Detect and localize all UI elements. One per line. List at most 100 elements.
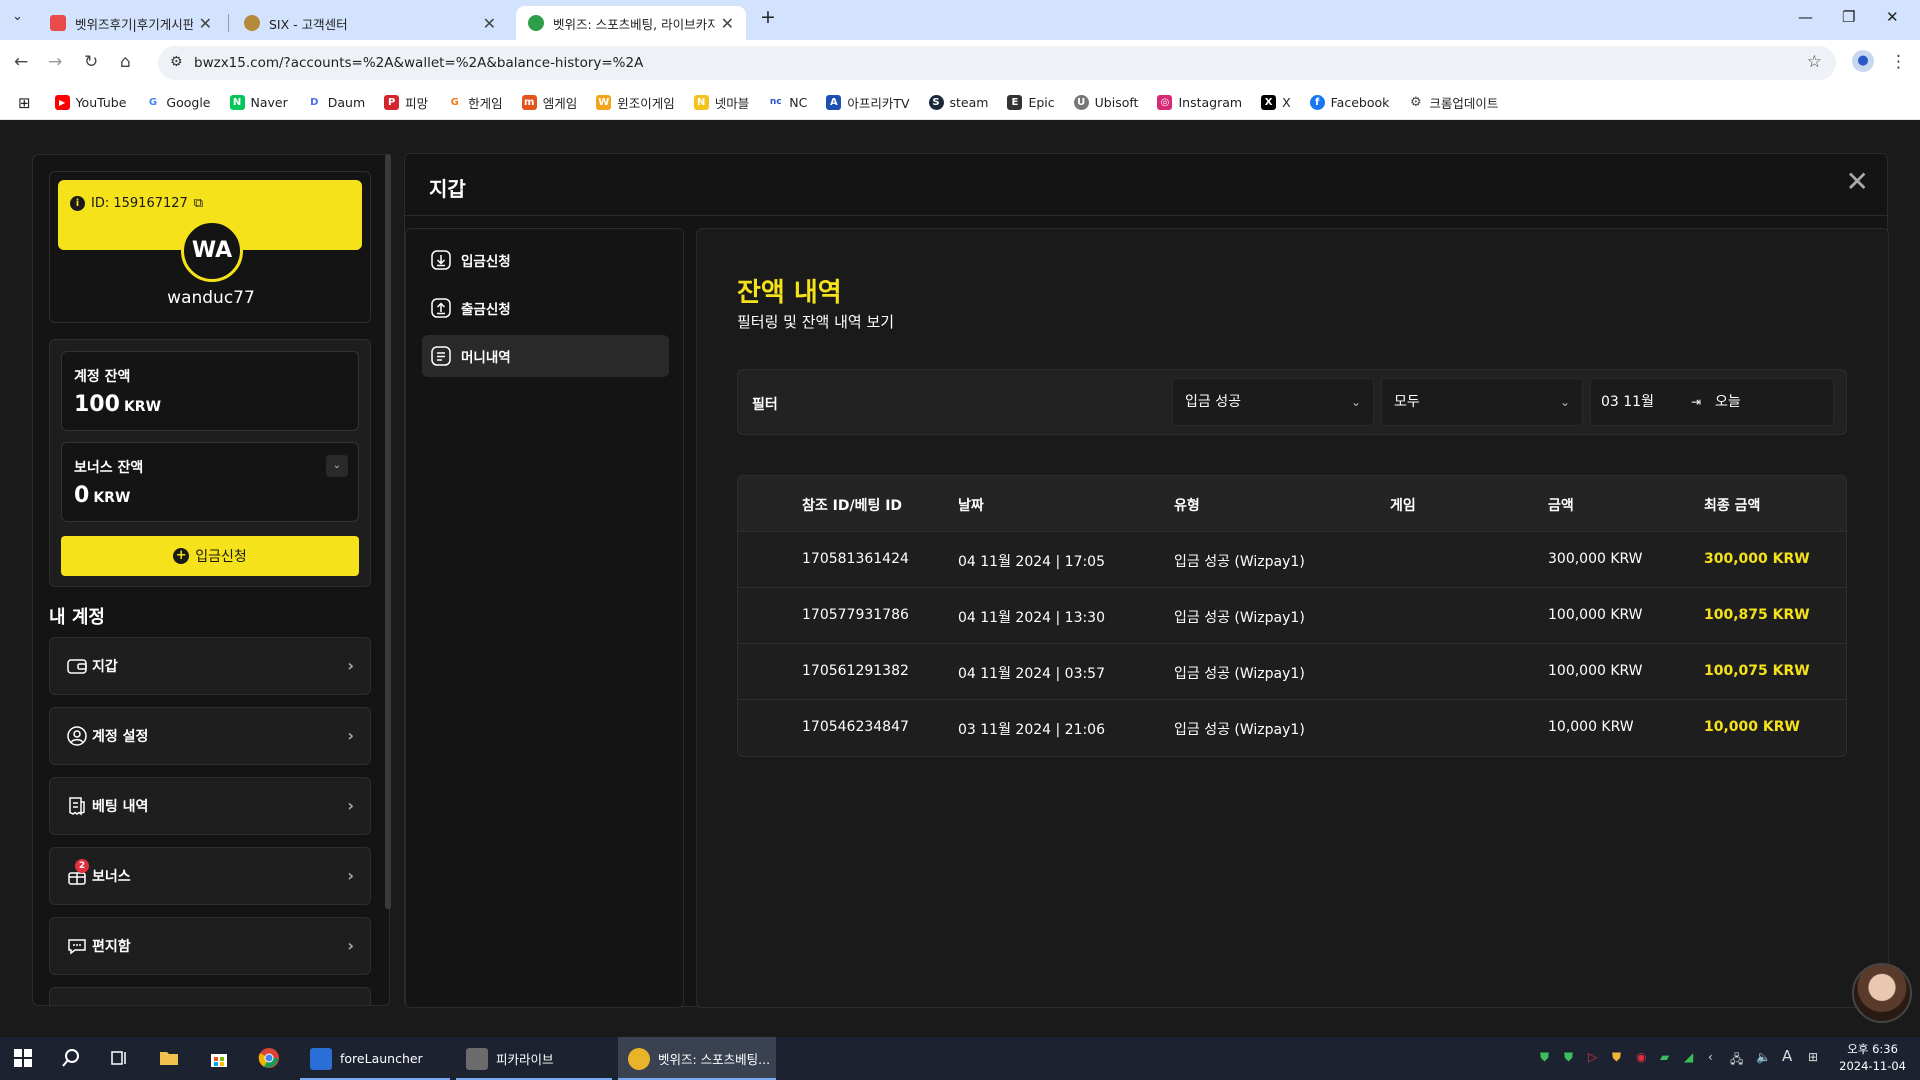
date-from[interactable]: 03 11월	[1601, 379, 1654, 425]
bookmark-item[interactable]: ◎ Instagram	[1157, 95, 1242, 110]
back-icon[interactable]: ←	[14, 52, 28, 72]
scope-select[interactable]: 모두 ⌄	[1381, 378, 1583, 426]
tab-favicon-icon	[50, 15, 66, 31]
menu-item-betting-history[interactable]: 베팅 내역 ›	[49, 777, 371, 835]
bookmark-label: Naver	[250, 95, 288, 110]
date-range-picker[interactable]: 03 11월 ⇥ 오늘	[1590, 378, 1834, 426]
bookmark-star-icon[interactable]: ☆	[1807, 52, 1822, 72]
address-bar[interactable]: ⚙ bwzx15.com/?accounts=%2A&wallet=%2A&ba…	[158, 46, 1836, 80]
play-icon[interactable]: ▷	[1588, 1050, 1597, 1064]
bonus-balance-value: 0 KRW	[74, 483, 130, 508]
currency-label: KRW	[123, 399, 162, 415]
taskbar-app[interactable]: 피카라이브	[456, 1037, 612, 1080]
volume-icon[interactable]: 🔈	[1756, 1050, 1771, 1064]
profile-icon[interactable]: ●	[1852, 50, 1874, 72]
menu-item-inbox[interactable]: 편지함 ›	[49, 917, 371, 975]
store-icon[interactable]	[208, 1047, 230, 1069]
afreecatv-icon: A	[826, 95, 842, 110]
bookmark-item[interactable]: W 윈조이게임	[596, 93, 675, 112]
bookmark-item[interactable]: N Naver	[229, 95, 288, 110]
site-info-icon[interactable]: ⚙	[170, 54, 183, 70]
deposit-button[interactable]: + 입금신청	[61, 536, 359, 576]
browser-tab-active[interactable]: 벳위즈: 스포츠베팅, 라이브카지 ✕	[516, 6, 746, 40]
bookmark-item[interactable]: P 피망	[384, 93, 428, 112]
bookmark-item[interactable]: G Google	[145, 95, 211, 110]
close-window-icon[interactable]: ✕	[1886, 8, 1899, 26]
bookmark-item[interactable]: XX	[1261, 95, 1291, 110]
menu-kebab-icon[interactable]: ⋮	[1890, 52, 1907, 72]
ime-mode-icon[interactable]: ⊞	[1808, 1050, 1818, 1064]
filter-label: 필터	[752, 397, 778, 413]
taskbar-app[interactable]: 벳위즈: 스포츠베팅...	[618, 1037, 776, 1080]
nav-money-history[interactable]: 머니내역	[422, 335, 669, 377]
table-row: 170577931786 04 11월 2024 | 13:30 입금 성공 (…	[738, 588, 1846, 644]
chrome-icon[interactable]	[258, 1047, 280, 1069]
menu-item-account-settings[interactable]: 계정 설정 ›	[49, 707, 371, 765]
windows-start-icon[interactable]	[12, 1047, 34, 1069]
bookmark-item[interactable]: A 아프리카TV	[826, 93, 910, 112]
ime-indicator[interactable]: A	[1782, 1047, 1792, 1065]
reload-icon[interactable]: ↻	[84, 52, 98, 72]
restore-icon[interactable]: ❐	[1842, 8, 1855, 26]
instagram-icon: ◎	[1157, 95, 1173, 110]
shield-icon[interactable]: ⛊	[1564, 1050, 1573, 1065]
bookmark-item[interactable]: D Daum	[306, 95, 365, 110]
bookmark-label: 아프리카TV	[847, 96, 910, 111]
file-explorer-icon[interactable]	[158, 1047, 180, 1069]
taskbar-app-label: 피카라이브	[496, 1052, 554, 1067]
browser-tab[interactable]: SIX - 고객센터 ✕	[232, 6, 508, 40]
nav-deposit-request[interactable]: 입금신청	[422, 239, 669, 281]
bookmark-item[interactable]: ⚙ 크롬업데이트	[1408, 93, 1498, 112]
close-tab-icon[interactable]: ✕	[721, 14, 734, 33]
tab-search-icon[interactable]: ⌄	[12, 9, 23, 24]
tab-favicon-icon	[528, 15, 544, 31]
menu-item-label: 보너스	[92, 869, 131, 885]
bookmark-item[interactable]: N 넷마블	[693, 93, 749, 112]
bookmark-item[interactable]: G 한게임	[447, 93, 503, 112]
taskbar-app[interactable]: foreLauncher	[300, 1037, 450, 1080]
tab-favicon-icon	[244, 15, 260, 31]
wallet-header: 지갑 ✕	[405, 154, 1887, 216]
shield-icon[interactable]: ⛊	[1612, 1050, 1621, 1065]
close-tab-icon[interactable]: ✕	[483, 14, 496, 33]
new-tab-icon[interactable]: +	[760, 6, 776, 28]
forward-icon[interactable]: →	[48, 52, 62, 72]
task-view-icon[interactable]	[108, 1047, 130, 1069]
shield-icon[interactable]: ⛊	[1540, 1050, 1549, 1065]
menu-item-bonus[interactable]: 2 보너스 ›	[49, 847, 371, 905]
date-to[interactable]: 오늘	[1715, 379, 1741, 425]
close-icon[interactable]: ✕	[1846, 168, 1869, 196]
support-chat-avatar[interactable]	[1852, 963, 1912, 1023]
menu-item-more[interactable]	[49, 987, 371, 1005]
browser-tab-strip: ⌄ 벳위즈후기|후기게시판 ✕ SIX - 고객센터 ✕ 벳위즈: 스포츠베팅,…	[0, 0, 1920, 40]
tray-app-icon[interactable]: ◢	[1684, 1050, 1693, 1064]
bookmark-item[interactable]: ▶ YouTube	[54, 95, 126, 110]
bookmark-item[interactable]: U Ubisoft	[1073, 95, 1138, 110]
tray-app-icon[interactable]: ◉	[1636, 1050, 1646, 1064]
taskbar-app-label: foreLauncher	[340, 1051, 423, 1066]
search-icon[interactable]	[60, 1047, 82, 1069]
bookmark-item[interactable]: m 엠게임	[521, 93, 577, 112]
bookmark-item[interactable]: E Epic	[1007, 95, 1055, 110]
apps-grid-icon[interactable]: ⊞	[18, 94, 31, 112]
user-id[interactable]: i ID: 159167127 ⧉	[70, 196, 203, 211]
sidebar-scrollbar[interactable]	[385, 154, 391, 909]
url-text: bwzx15.com/?accounts=%2A&wallet=%2A&bala…	[194, 55, 644, 71]
bookmark-item[interactable]: f Facebook	[1309, 95, 1389, 110]
tray-app-icon[interactable]: ▰	[1660, 1050, 1669, 1064]
transaction-type-select[interactable]: 입금 성공 ⌄	[1172, 378, 1374, 426]
minimize-icon[interactable]: —	[1798, 8, 1813, 26]
home-icon[interactable]: ⌂	[120, 52, 131, 72]
bookmark-item[interactable]: nc NC	[768, 95, 807, 110]
network-icon[interactable]: 🖧	[1730, 1050, 1743, 1071]
bookmark-item[interactable]: Ssteam	[928, 95, 988, 110]
nav-withdraw-request[interactable]: 출금신청	[422, 287, 669, 329]
browser-tab[interactable]: 벳위즈후기|후기게시판 ✕	[38, 6, 224, 40]
close-tab-icon[interactable]: ✕	[199, 14, 212, 33]
clock[interactable]: 오후 6:36 2024-11-04	[1839, 1041, 1906, 1075]
chevron-down-icon[interactable]: ⌄	[326, 455, 348, 477]
copy-icon[interactable]: ⧉	[194, 196, 203, 211]
chevron-up-icon[interactable]: ‹	[1708, 1050, 1713, 1064]
menu-item-wallet[interactable]: 지갑 ›	[49, 637, 371, 695]
account-balance-card: 계정 잔액 100 KRW	[61, 351, 359, 431]
